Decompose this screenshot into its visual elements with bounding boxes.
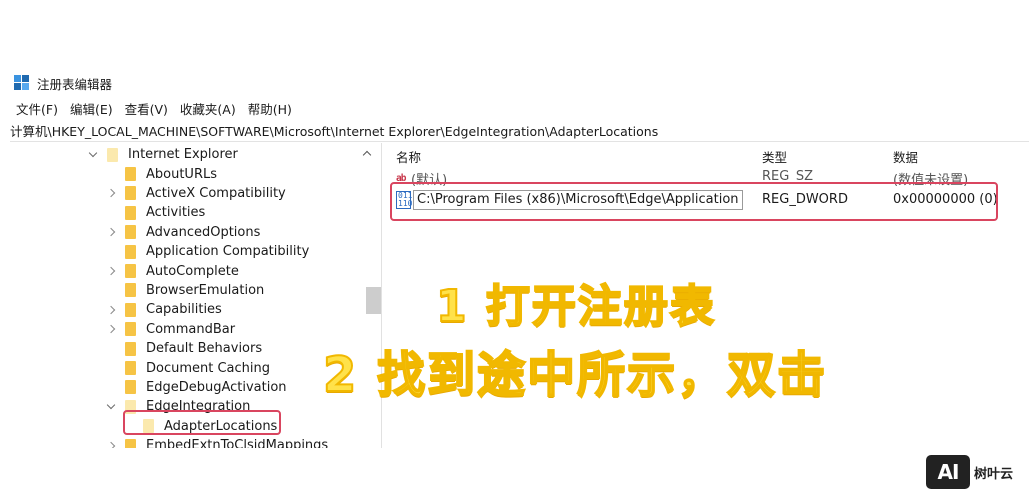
value-type: REG_SZ [762,169,813,184]
menu-edit[interactable]: 编辑(E) [70,99,113,119]
tree-item-edgeintegration[interactable]: EdgeIntegration [105,397,250,416]
watermark-logo: AI 树叶云 [926,455,1013,489]
chevron-right-icon[interactable] [105,187,117,199]
column-header-data[interactable]: 数据 [893,147,918,166]
tree-item-capabilities[interactable]: Capabilities [105,300,222,319]
folder-icon [125,283,136,298]
tree-item-edgedebugactivation[interactable]: EdgeDebugActivation [105,378,287,397]
value-row-edge-application[interactable]: 011 110 C:\Program Files (x86)\Microsoft\… [388,188,1029,210]
tree-item-application-compatibility[interactable]: Application Compatibility [105,242,309,261]
tree-item-label: Internet Explorer [128,147,238,163]
tree-item-label: Document Caching [146,360,271,376]
menu-bar: 文件(F) 编辑(E) 查看(V) 收藏夹(A) 帮助(H) [16,99,292,119]
overlay-instruction-1: 1 打开注册表 [435,280,716,333]
tree-item-label: AdvancedOptions [146,224,261,240]
tree-item-label: AutoComplete [146,263,239,279]
binary-value-icon: 011 110 [396,191,413,209]
tree-item-label: EdgeIntegration [146,399,251,415]
tree-item-commandbar[interactable]: CommandBar [105,320,235,339]
folder-open-icon [125,399,136,414]
menu-help[interactable]: 帮助(H) [248,99,292,119]
regedit-app-icon [14,74,31,92]
tree-item-label: AdapterLocations [164,418,278,434]
chevron-right-icon[interactable] [105,304,117,316]
folder-icon [125,244,136,259]
tree-item-label: AboutURLs [146,166,217,182]
chevron-down-icon[interactable] [87,149,99,161]
value-name-edit[interactable]: C:\Program Files (x86)\Microsoft\Edge\Ap… [413,190,743,210]
folder-icon [125,341,136,356]
overlay-instruction-2: 2 找到途中所示，双击 [322,346,828,404]
chevron-down-icon[interactable] [105,401,117,413]
folder-icon [125,438,136,448]
chevron-right-icon[interactable] [105,440,117,448]
tree-item-label: Capabilities [146,302,222,318]
chevron-right-icon[interactable] [105,265,117,277]
tree-scrollbar-thumb[interactable] [366,287,381,314]
chevron-right-icon[interactable] [105,226,117,238]
folder-icon [143,419,154,434]
tree-item-activex-compatibility[interactable]: ActiveX Compatibility [105,184,286,203]
tree-item-label: CommandBar [146,321,236,337]
value-data: 0x00000000 (0) [893,192,998,207]
folder-icon [125,380,136,395]
value-data: (数值未设置) [893,173,969,188]
folder-icon [125,186,136,201]
tree-item-label: BrowserEmulation [146,282,265,298]
tree-item-label: EmbedExtnToClsidMappings [146,438,329,448]
tree-item-label: ActiveX Compatibility [146,185,286,201]
chevron-right-icon[interactable] [105,323,117,335]
tree-item-label: Application Compatibility [146,244,310,260]
tree-item-label: Default Behaviors [146,341,263,357]
tree-item-label: EdgeDebugActivation [146,379,287,395]
value-name: (默认) [411,173,448,188]
tree-item-default-behaviors[interactable]: Default Behaviors [105,339,262,358]
tree-item-adapterlocations[interactable]: AdapterLocations [123,417,277,436]
window-title: 注册表编辑器 [37,76,113,92]
tree-item-internet-explorer[interactable]: Internet Explorer [87,145,238,164]
column-header-type[interactable]: 类型 [762,147,787,166]
tree-item-document-caching[interactable]: Document Caching [105,358,270,377]
folder-open-icon [107,147,118,162]
tree-item-activities[interactable]: Activities [105,203,205,222]
tree-item-autocomplete[interactable]: AutoComplete [105,261,239,280]
folder-icon [125,361,136,376]
menu-file[interactable]: 文件(F) [16,99,58,119]
scroll-up-icon[interactable] [361,148,373,160]
tree-item-browseremulation[interactable]: BrowserEmulation [105,281,264,300]
tree-item-label: Activities [146,205,206,221]
folder-icon [125,322,136,337]
tree-item-embedextntoclsidmappings[interactable]: EmbedExtnToClsidMappings [105,436,328,448]
menu-view[interactable]: 查看(V) [125,99,168,119]
folder-icon [125,205,136,220]
string-value-icon: ab [396,173,406,184]
folder-icon [125,302,136,317]
list-header: 名称 类型 数据 [388,147,1029,167]
value-row-default[interactable]: ab (默认) REG_SZ (数值未设置) [388,167,1029,189]
folder-icon [125,167,136,182]
value-type: REG_DWORD [762,192,848,207]
column-header-name[interactable]: 名称 [396,147,421,166]
address-bar[interactable]: 计算机\HKEY_LOCAL_MACHINE\SOFTWARE\Microsof… [10,122,1029,142]
tree-item-abouturls[interactable]: AboutURLs [105,164,217,183]
logo-mark: AI [926,455,970,489]
menu-favorites[interactable]: 收藏夹(A) [180,99,236,119]
folder-icon [125,264,136,279]
folder-icon [125,225,136,240]
title-bar: 注册表编辑器 [14,72,112,94]
tree-item-advancedoptions[interactable]: AdvancedOptions [105,223,260,242]
logo-text: 树叶云 [974,466,1014,482]
